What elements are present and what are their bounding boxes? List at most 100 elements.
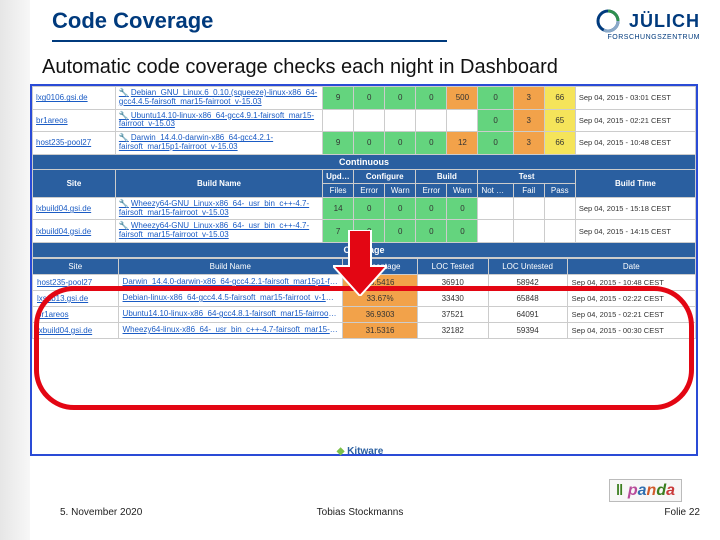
- cov-cell-build[interactable]: Darwin_14.4.0-darwin-x86_64-gcc4.2.1-fai…: [118, 274, 343, 290]
- cov-cell-date: Sep 04, 2015 - 00:30 CEST: [567, 322, 695, 338]
- panda-bar-icon: ‖: [616, 482, 623, 499]
- table-row: br1areos🔧Ubuntu14.10-linux-x86_64-gcc4.9…: [33, 109, 696, 132]
- col-cfg-warn: Warn: [385, 183, 416, 197]
- wrench-icon: 🔧: [119, 111, 129, 120]
- panda-a2: a: [666, 482, 675, 499]
- panda-p: p: [628, 482, 638, 499]
- panda-n: n: [647, 482, 657, 499]
- cell-metric: [513, 197, 544, 220]
- cell-metric: 500: [447, 87, 478, 110]
- kitware-icon: ◆: [337, 446, 345, 457]
- cell-metric: 66: [544, 132, 575, 155]
- footer-author: Tobias Stockmanns: [317, 507, 404, 518]
- cov-cell-build[interactable]: Debian-linux-x86_64-gcc4.4.5-fairsoft_ma…: [118, 290, 343, 306]
- attention-arrow-icon: [333, 230, 387, 296]
- cov-cell-tested: 32182: [417, 322, 488, 338]
- cov-cell-site[interactable]: host235-pool27: [33, 274, 119, 290]
- cell-metric: 0: [478, 109, 513, 132]
- slide-subtitle: Automatic code coverage checks each nigh…: [42, 56, 558, 79]
- cell-site[interactable]: lxbuild04.gsi.de: [33, 220, 116, 243]
- kitware-credit: ◆ Kitware: [337, 446, 384, 457]
- slide-left-accent: [0, 0, 30, 540]
- cov-cell-site[interactable]: lxbuild04.gsi.de: [33, 322, 119, 338]
- cell-metric: [478, 220, 513, 243]
- cov-cell-tested: 36910: [417, 274, 488, 290]
- cell-time: Sep 04, 2015 - 15:18 CEST: [575, 197, 695, 220]
- cov-cell-site[interactable]: lxsub13.gsi.de: [33, 290, 119, 306]
- cell-time: Sep 04, 2015 - 10:48 CEST: [575, 132, 695, 155]
- cell-metric: [447, 109, 478, 132]
- cov-cell-pct: 31.5316: [343, 322, 418, 338]
- cell-site[interactable]: lxg0106.gsi.de: [33, 87, 116, 110]
- cov-col-build: Build Name: [118, 258, 343, 274]
- panda-logo: ‖ panda: [609, 482, 682, 500]
- cell-metric: 0: [385, 220, 416, 243]
- slide-title: Code Coverage: [52, 8, 213, 34]
- colgrp-configure: Configure: [354, 169, 416, 183]
- cell-site[interactable]: br1areos: [33, 109, 116, 132]
- cell-metric: [323, 109, 354, 132]
- cell-metric: [544, 197, 575, 220]
- col-bld-warn: Warn: [447, 183, 478, 197]
- wrench-icon: 🔧: [119, 133, 129, 142]
- cov-cell-date: Sep 04, 2015 - 02:22 CEST: [567, 290, 695, 306]
- julich-logo-sub: FORSCHUNGSZENTRUM: [595, 34, 700, 41]
- wrench-icon: 🔧: [119, 221, 129, 230]
- cov-cell-untested: 64091: [488, 306, 567, 322]
- cov-col-site: Site: [33, 258, 119, 274]
- cov-cell-untested: 59394: [488, 322, 567, 338]
- cell-metric: 0: [447, 220, 478, 243]
- cell-metric: [478, 197, 513, 220]
- cell-build[interactable]: 🔧Ubuntu14.10-linux-x86_64-gcc4.9.1-fairs…: [115, 109, 322, 132]
- colgrp-build: Build: [416, 169, 478, 183]
- cell-metric: 0: [447, 197, 478, 220]
- cell-build[interactable]: 🔧Wheezy64-GNU_Linux-x86_64-_usr_bin_c++-…: [115, 197, 322, 220]
- slide-footer: 5. November 2020 Tobias Stockmanns ‖ pan…: [0, 480, 720, 540]
- cell-site[interactable]: host235-pool27: [33, 132, 116, 155]
- cov-cell-date: Sep 04, 2015 - 02:21 CEST: [567, 306, 695, 322]
- col-bld-error: Error: [416, 183, 447, 197]
- cov-cell-tested: 33430: [417, 290, 488, 306]
- colgrp-test: Test: [478, 169, 575, 183]
- cell-metric: 0: [354, 132, 385, 155]
- cell-metric: 3: [513, 132, 544, 155]
- cell-metric: 0: [416, 87, 447, 110]
- title-underline: [52, 40, 447, 42]
- cov-cell-site[interactable]: br1areos: [33, 306, 119, 322]
- table-row: lxg0106.gsi.de🔧Debian_GNU_Linux.6_0.10.(…: [33, 87, 696, 110]
- cell-build[interactable]: 🔧Darwin_14.4.0-darwin-x86_64-gcc4.2.1-fa…: [115, 132, 322, 155]
- wrench-icon: 🔧: [119, 199, 129, 208]
- cell-metric: [385, 109, 416, 132]
- cov-cell-build[interactable]: Ubuntu14.10-linux-x86_64-gcc4.8.1-fairso…: [118, 306, 343, 322]
- footer-date: 5. November 2020: [60, 507, 142, 518]
- cell-time: Sep 04, 2015 - 03:01 CEST: [575, 87, 695, 110]
- cell-metric: [544, 220, 575, 243]
- cell-metric: 0: [385, 132, 416, 155]
- col-buildtime: Build Time: [575, 169, 695, 197]
- cell-metric: 9: [323, 87, 354, 110]
- panda-d: d: [656, 482, 666, 499]
- julich-logo-icon: [595, 8, 621, 34]
- cell-build[interactable]: 🔧Debian_GNU_Linux.6_0.10.(squeeze)-linux…: [115, 87, 322, 110]
- cov-cell-date: Sep 04, 2015 - 10:48 CEST: [567, 274, 695, 290]
- cell-metric: [354, 109, 385, 132]
- cov-cell-untested: 58942: [488, 274, 567, 290]
- panda-a1: a: [638, 482, 647, 499]
- cell-metric: [416, 109, 447, 132]
- coverage-row: lxbuild04.gsi.deWheezy64-linux-x86_64-_u…: [33, 322, 696, 338]
- col-buildname: Build Name: [115, 169, 322, 197]
- cell-site[interactable]: lxbuild04.gsi.de: [33, 197, 116, 220]
- cell-metric: 9: [323, 132, 354, 155]
- cov-cell-tested: 37521: [417, 306, 488, 322]
- cell-metric: 0: [416, 197, 447, 220]
- cov-col-date: Date: [567, 258, 695, 274]
- cell-metric: 0: [354, 87, 385, 110]
- cov-cell-untested: 65848: [488, 290, 567, 306]
- cell-build[interactable]: 🔧Wheezy64-GNU_Linux-x86_64-_usr_bin_c++-…: [115, 220, 322, 243]
- julich-logo: JÜLICH FORSCHUNGSZENTRUM: [595, 8, 700, 41]
- cell-metric: 0: [385, 87, 416, 110]
- col-fail: Fail: [513, 183, 544, 197]
- cov-cell-build[interactable]: Wheezy64-linux-x86_64-_usr_bin_c++-4.7-f…: [118, 322, 343, 338]
- cell-metric: 12: [447, 132, 478, 155]
- cell-metric: 66: [544, 87, 575, 110]
